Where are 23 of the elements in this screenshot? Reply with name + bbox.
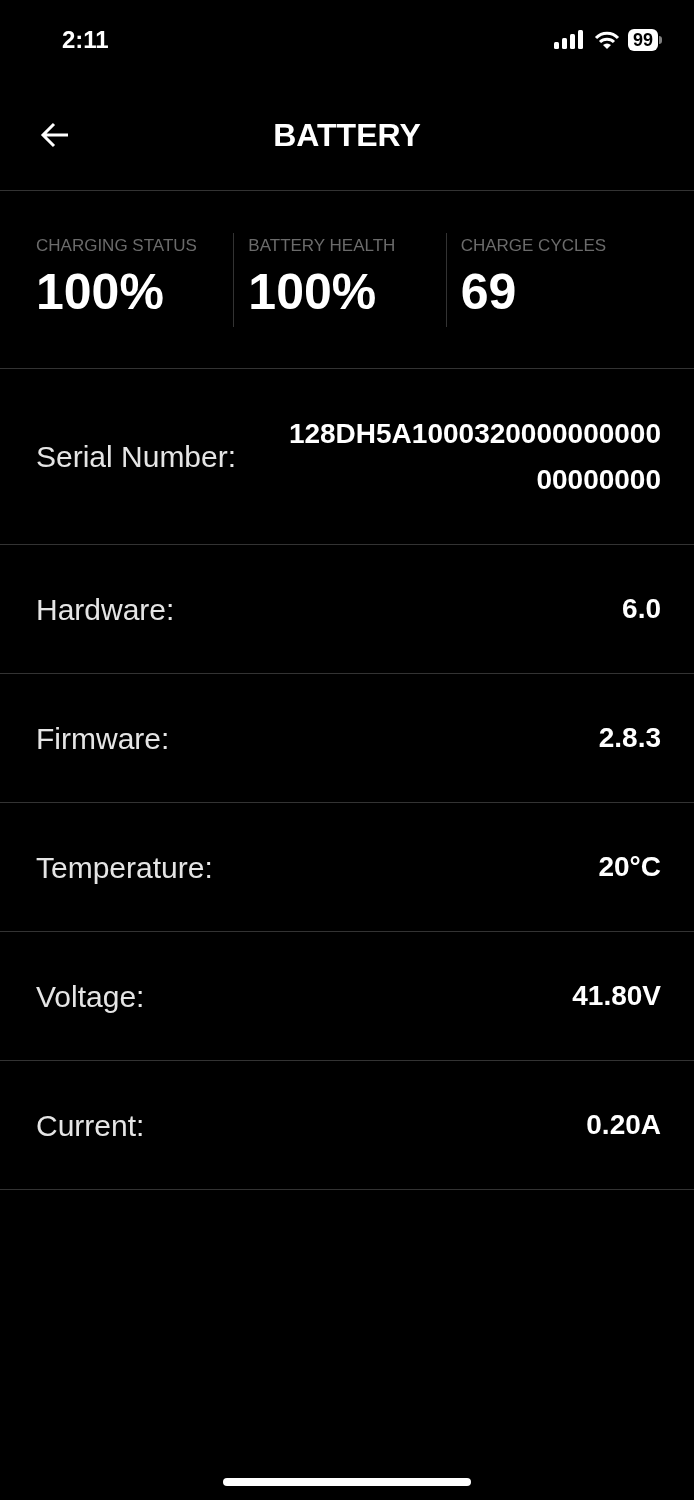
stat-label: CHARGE CYCLES xyxy=(460,234,608,257)
signal-icon xyxy=(553,30,586,50)
detail-value: 41.80V xyxy=(572,979,661,1013)
stat-label: CHARGING STATUS xyxy=(36,234,198,257)
stat-value: 100% xyxy=(36,264,165,320)
stat-label: BATTERY HEALTH xyxy=(248,234,397,257)
page-title: BATTERY xyxy=(272,116,422,155)
stat-value: 69 xyxy=(460,264,518,320)
detail-label: Serial Number: xyxy=(36,439,237,475)
detail-label: Current: xyxy=(36,1107,145,1144)
detail-label: Temperature: xyxy=(36,849,213,886)
stat-value: 100% xyxy=(248,264,378,320)
status-time: 2:11 xyxy=(62,25,109,55)
detail-label: Firmware: xyxy=(36,720,170,757)
detail-value: 0.20A xyxy=(586,1108,661,1142)
detail-label: Voltage: xyxy=(36,978,145,1015)
detail-value: 6.0 xyxy=(622,592,661,626)
wifi-icon xyxy=(593,30,620,50)
detail-label: Hardware: xyxy=(36,591,175,628)
detail-value: 128DH5A100032000000000000000000 xyxy=(287,416,661,497)
back-arrow-icon xyxy=(40,122,70,148)
detail-value: 20°C xyxy=(598,850,661,884)
detail-value: 2.8.3 xyxy=(598,721,661,755)
